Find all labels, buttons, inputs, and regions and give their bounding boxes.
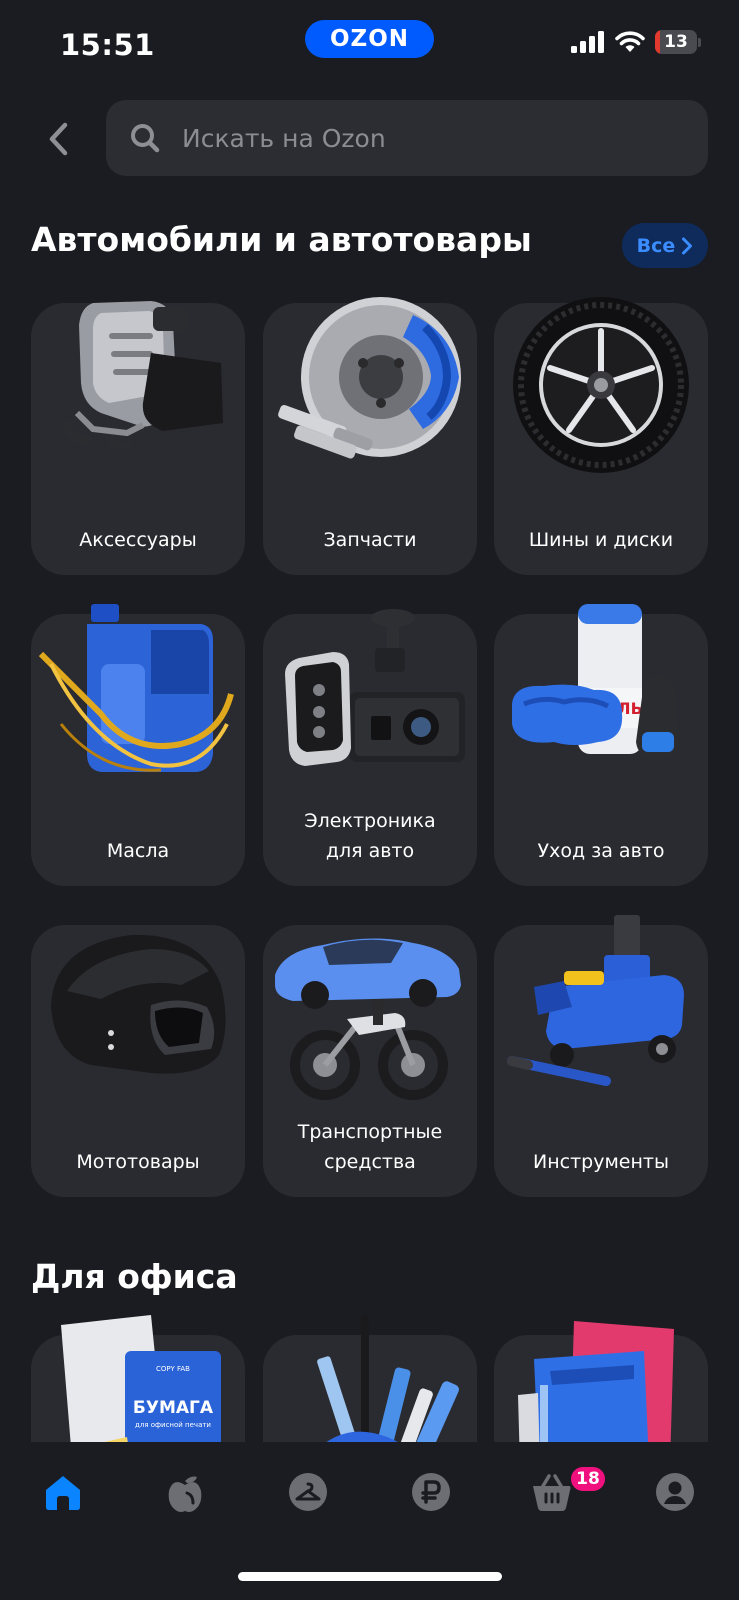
cart-icon bbox=[533, 1474, 571, 1511]
paper-label-text: БУМАГА bbox=[133, 1398, 214, 1418]
home-icon bbox=[46, 1476, 80, 1510]
nav-profile[interactable] bbox=[651, 1468, 699, 1516]
category-tile-moto[interactable]: Мототовары bbox=[31, 925, 245, 1197]
battery-icon: 13 bbox=[655, 30, 697, 54]
category-tile-oils[interactable]: Масла bbox=[31, 604, 245, 886]
wheel-image bbox=[513, 297, 689, 473]
category-label: Уход за авто bbox=[537, 840, 665, 862]
oil-canister-image bbox=[38, 604, 234, 772]
jack-image bbox=[507, 915, 684, 1086]
nav-fashion[interactable] bbox=[284, 1468, 332, 1516]
section-title-auto: Автомобили и автотовары bbox=[31, 220, 532, 259]
wifi-icon bbox=[615, 31, 645, 52]
nav-fresh[interactable] bbox=[161, 1468, 209, 1516]
category-label: Аксессуары bbox=[79, 529, 197, 551]
ruble-icon bbox=[412, 1473, 450, 1511]
category-tile-parts[interactable]: Запчасти bbox=[263, 297, 477, 575]
category-tile-accessories[interactable]: Аксессуары bbox=[31, 301, 245, 575]
back-button[interactable] bbox=[38, 116, 78, 162]
ozon-logo: OZON bbox=[305, 20, 434, 58]
category-tile-tires[interactable]: Шины и диски bbox=[494, 297, 708, 575]
battery-level: 13 bbox=[664, 32, 688, 52]
brake-disc-image bbox=[278, 297, 461, 459]
helmet-image bbox=[51, 934, 226, 1074]
car-care-image: ЭМАЛЬ bbox=[512, 604, 680, 760]
category-label: Электроника для авто bbox=[304, 810, 436, 862]
paper-brand-text: COPY FAB bbox=[156, 1365, 190, 1373]
nav-home[interactable] bbox=[39, 1468, 87, 1516]
category-label: Запчасти bbox=[323, 529, 417, 551]
see-all-button[interactable]: Все bbox=[622, 223, 708, 268]
category-tile-vehicles[interactable]: Транспортные средства bbox=[263, 925, 477, 1197]
category-label: Инструменты bbox=[533, 1151, 669, 1173]
hanger-icon bbox=[289, 1473, 327, 1511]
section-title-office: Для офиса bbox=[31, 1257, 238, 1296]
screen: 15:51 OZON 13 Автомобили и bbox=[0, 0, 739, 1600]
home-indicator bbox=[238, 1572, 502, 1581]
chevron-right-icon bbox=[682, 237, 693, 254]
search-bar[interactable] bbox=[106, 100, 708, 176]
battery-tip bbox=[698, 37, 701, 47]
search-input[interactable] bbox=[182, 123, 702, 153]
cart-count-badge: 18 bbox=[568, 1464, 608, 1494]
category-label: Транспортные средства bbox=[297, 1121, 443, 1173]
category-label: Масла bbox=[106, 840, 170, 862]
chevron-left-icon bbox=[49, 122, 68, 156]
category-label: Мототовары bbox=[76, 1151, 200, 1173]
status-time: 15:51 bbox=[60, 28, 155, 62]
phone-holder-image bbox=[63, 301, 223, 450]
see-all-label: Все bbox=[636, 234, 676, 257]
search-icon bbox=[131, 124, 160, 153]
status-indicators: 13 bbox=[571, 30, 701, 54]
category-tile-tools[interactable]: Инструменты bbox=[494, 915, 708, 1197]
vehicles-image bbox=[275, 938, 461, 1100]
paper-sub-text: для офисной печати bbox=[135, 1421, 211, 1429]
nav-finance[interactable] bbox=[407, 1468, 455, 1516]
profile-icon bbox=[656, 1473, 694, 1511]
category-label: Шины и диски bbox=[528, 529, 674, 551]
apple-icon bbox=[168, 1476, 202, 1512]
dashcam-image bbox=[285, 609, 465, 766]
category-tile-car-care[interactable]: ЭМАЛЬ Уход за авто bbox=[494, 604, 708, 886]
signal-icon bbox=[571, 31, 604, 53]
category-tile-electronics[interactable]: Электроника для авто bbox=[263, 609, 477, 886]
